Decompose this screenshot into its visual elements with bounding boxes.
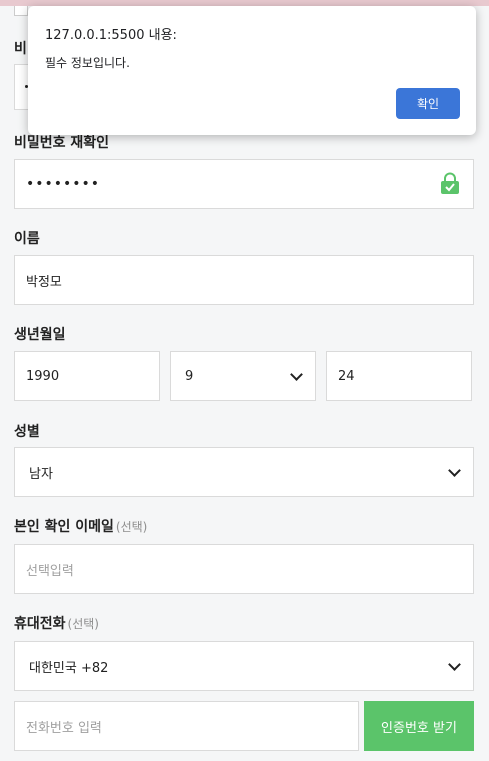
email-label-text: 본인 확인 이메일 [14, 519, 114, 535]
password-confirm-value: •••••••• [26, 176, 101, 192]
chevron-down-icon [448, 464, 461, 477]
phone-label-text: 휴대전화 [14, 616, 66, 632]
name-label: 이름 [14, 231, 40, 247]
dialog-title: 127.0.0.1:5500 내용: [45, 28, 177, 43]
gender-label: 성별 [14, 424, 40, 440]
email-placeholder: 선택입력 [26, 563, 74, 579]
birth-day-input[interactable]: 24 [326, 351, 472, 401]
password-confirm-field[interactable]: •••••••• [14, 159, 474, 209]
birth-month-value: 9 [185, 368, 194, 384]
verify-code-button[interactable]: 인증번호 받기 [364, 701, 474, 751]
country-code-value: 대한민국 +82 [29, 660, 109, 676]
birth-label: 생년월일 [14, 327, 66, 343]
country-code-select[interactable]: 대한민국 +82 [14, 641, 474, 691]
password-confirm-label: 비밀번호 재확인 [14, 135, 110, 151]
dialog-message: 필수 정보입니다. [45, 56, 130, 70]
phone-optional-text: (선택) [67, 617, 99, 631]
email-input[interactable]: 선택입력 [14, 544, 474, 594]
birth-day-value: 24 [338, 368, 355, 384]
partial-field [14, 6, 28, 16]
alert-dialog: 127.0.0.1:5500 내용: 필수 정보입니다. 확인 [28, 6, 476, 135]
phone-number-input[interactable]: 전화번호 입력 [14, 701, 359, 751]
chevron-down-icon [448, 658, 461, 671]
phone-number-placeholder: 전화번호 입력 [26, 720, 102, 736]
birth-month-select[interactable]: 9 [170, 351, 316, 401]
lock-icon [441, 172, 459, 194]
email-label: 본인 확인 이메일 (선택) [14, 516, 147, 536]
birth-year-value: 1990 [26, 368, 60, 384]
chevron-down-icon [290, 368, 303, 381]
gender-select[interactable]: 남자 [14, 447, 474, 497]
dialog-ok-button[interactable]: 확인 [396, 88, 460, 119]
name-input[interactable]: 박정모 [14, 255, 474, 305]
password-label-partial: 비 [14, 41, 27, 57]
email-optional-text: (선택) [115, 520, 148, 534]
birth-year-input[interactable]: 1990 [14, 351, 160, 401]
phone-label: 휴대전화 (선택) [14, 613, 99, 633]
gender-value: 남자 [29, 466, 53, 482]
name-value: 박정모 [26, 274, 62, 290]
